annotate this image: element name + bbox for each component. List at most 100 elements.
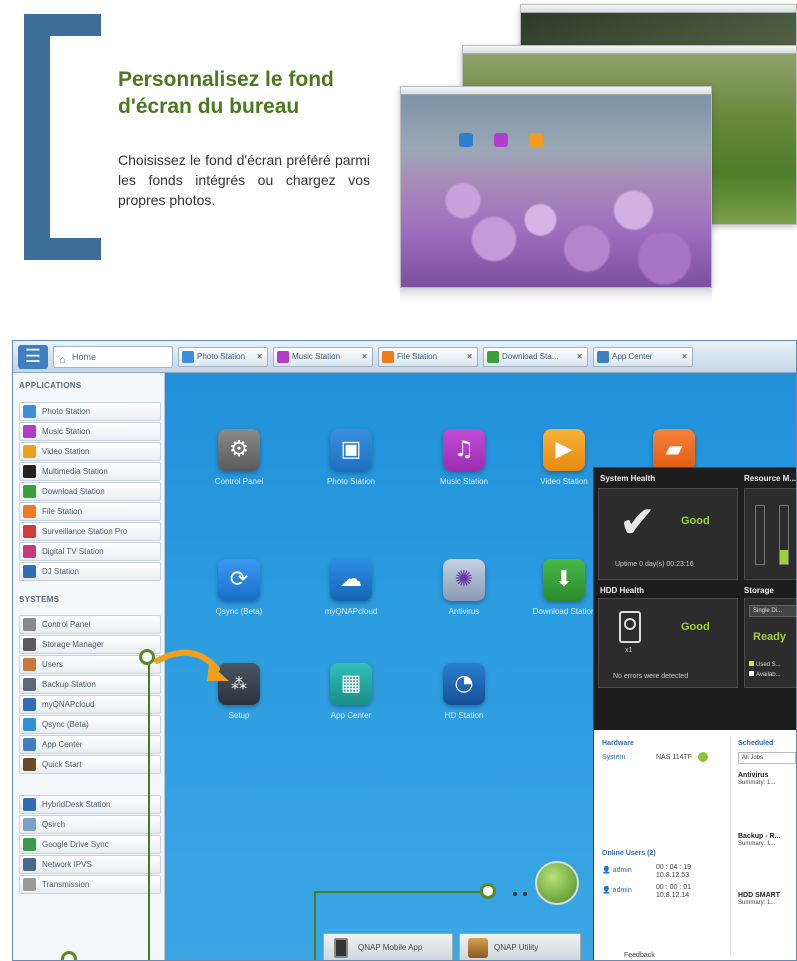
sidebar-item-label: Photo Station — [42, 407, 91, 416]
dashboard-gauge-icon[interactable] — [535, 861, 579, 905]
network-icon — [23, 858, 36, 871]
close-icon[interactable]: ✕ — [466, 348, 473, 366]
sidebar-item-digital-tv-station[interactable]: Digital TV Station — [19, 542, 161, 561]
download-station-icon[interactable]: ⬇ — [543, 559, 585, 601]
sidebar-item-control-panel[interactable]: Control Panel — [19, 615, 161, 634]
sidebar-item-app-center[interactable]: App Center — [19, 735, 161, 754]
sidebar-item-photo-station[interactable]: Photo Station — [19, 402, 161, 421]
video-station-icon[interactable]: ▶ — [543, 429, 585, 471]
sidebar-item-file-station[interactable]: File Station — [19, 502, 161, 521]
quick-start-icon — [23, 758, 36, 771]
desktop-label-setup: Setup — [228, 711, 250, 720]
close-icon[interactable]: ✕ — [361, 348, 368, 366]
feedback-link[interactable]: Feedback — [624, 952, 655, 959]
qnap-mobile-app-tab[interactable]: QNAP Mobile App — [323, 933, 453, 960]
download-station-icon — [23, 485, 36, 498]
storage-available: Availab... — [749, 671, 781, 678]
taskbar-tab-photo-station[interactable]: Photo Station ✕ — [178, 347, 268, 367]
photo-station-icon[interactable]: ▣ — [330, 429, 372, 471]
sidebar-item-transmission[interactable]: Transmission — [19, 875, 161, 894]
page-dot[interactable] — [523, 892, 527, 896]
sidebar-item-label: Backup Station — [42, 680, 96, 689]
hd-station-icon[interactable]: ◔ — [443, 663, 485, 705]
taskbar-tab-music-station[interactable]: Music Station ✕ — [273, 347, 373, 367]
sidebar-item-backup-station[interactable]: Backup Station — [19, 675, 161, 694]
job-summary: Summary: 1... — [738, 900, 776, 906]
antivirus-icon[interactable]: ✺ — [443, 559, 485, 601]
music-station-icon[interactable]: ♫ — [443, 429, 485, 471]
hybriddesk-icon — [23, 798, 36, 811]
desktop-label-music-station: Music Station — [439, 477, 489, 486]
hdd-note: No errors were detected — [613, 673, 689, 680]
callout-dot — [61, 951, 77, 960]
user-time: 00 : 04 : 19 — [656, 864, 692, 871]
sidebar-item-music-station[interactable]: Music Station — [19, 422, 161, 441]
file-station-icon[interactable]: ▰ — [653, 429, 695, 471]
home-button[interactable]: ⌂ Home — [53, 346, 173, 368]
photo-mini-icon — [459, 133, 473, 147]
sidebar-item-google-drive-sync[interactable]: Google Drive Sync — [19, 835, 161, 854]
taskbar-tab-file-station[interactable]: File Station ✕ — [378, 347, 478, 367]
page-dot[interactable] — [513, 892, 517, 896]
taskbar-tab-label: Music Station — [292, 352, 341, 361]
users-icon — [23, 658, 36, 671]
hdd-health-panel: x1 Good No errors were detected — [598, 598, 738, 688]
user-ip: 10.8.12.14 — [656, 892, 690, 899]
close-icon[interactable]: ✕ — [256, 348, 263, 366]
promo-body: Choisissez le fond d'écran préféré parmi… — [118, 152, 370, 208]
desktop-label-antivirus: Antivirus — [448, 607, 480, 616]
sidebar-item-dj-station[interactable]: DJ Station — [19, 562, 161, 581]
sidebar-item-video-station[interactable]: Video Station — [19, 442, 161, 461]
cpu-gauge — [755, 505, 765, 565]
sidebar-item-myqnapcloud[interactable]: myQNAPcloud — [19, 695, 161, 714]
sidebar-item-label: Qsync (Beta) — [42, 720, 89, 729]
sidebar-item-label: Surveillance Station Pro — [42, 527, 128, 536]
sidebar-item-label: App Center — [42, 740, 83, 749]
hardware-title: Hardware — [602, 740, 634, 747]
qsync-icon[interactable]: ⟳ — [218, 559, 260, 601]
myqnapcloud-icon[interactable]: ☁ — [330, 559, 372, 601]
sidebar-item-label: Network IPVS — [42, 860, 92, 869]
qnap-utility-tab[interactable]: QNAP Utility — [459, 933, 581, 960]
bracket-bottom-decoration — [24, 238, 101, 260]
photo-station-icon — [23, 405, 36, 418]
user-row: 👤 admin — [602, 867, 632, 874]
sidebar-item-surveillance-station[interactable]: Surveillance Station Pro — [19, 522, 161, 541]
close-icon[interactable]: ✕ — [681, 348, 688, 366]
storage-used: Used S... — [749, 661, 781, 668]
home-icon: ⌂ — [59, 354, 66, 366]
control-panel-icon[interactable]: ⚙ — [218, 429, 260, 471]
wallpaper-preview-1 — [400, 86, 712, 288]
storage-volume-select[interactable]: Single Di... — [749, 605, 796, 617]
phone-icon — [334, 938, 348, 958]
sidebar-item-qsync[interactable]: Qsync (Beta) — [19, 715, 161, 734]
scheduled-filter-select[interactable]: All Jobs — [738, 752, 796, 764]
sidebar-item-label: Qsirch — [42, 820, 66, 829]
nas-desktop: ☰ ⌂ Home Photo Station ✕ Music Station ✕… — [12, 340, 797, 961]
sidebar-item-multimedia-station[interactable]: Multimedia Station — [19, 462, 161, 481]
sidebar-item-label: Multimedia Station — [42, 467, 108, 476]
job-title: HDD SMART — [738, 892, 780, 899]
sidebar-item-quick-start[interactable]: Quick Start — [19, 755, 161, 774]
sidebar-item-label: Music Station — [42, 427, 91, 436]
menu-icon[interactable]: ☰ — [18, 345, 48, 369]
job-title: Backup - R... — [738, 833, 781, 840]
myqnapcloud-icon — [23, 698, 36, 711]
hdd-status: Good — [681, 621, 710, 633]
taskbar-tab-label: Photo Station — [197, 352, 246, 361]
app-center-icon[interactable]: ▦ — [330, 663, 372, 705]
resource-monitor-title: Resource M... — [744, 474, 797, 483]
taskbar-tab-download-station[interactable]: Download Sta... ✕ — [483, 347, 588, 367]
sidebar-item-hybriddesk[interactable]: HybridDesk Station — [19, 795, 161, 814]
close-icon[interactable]: ✕ — [576, 348, 583, 366]
scheduled-title: Scheduled — [738, 740, 774, 747]
sidebar-item-qsirch[interactable]: Qsirch — [19, 815, 161, 834]
sidebar-item-label: HybridDesk Station — [42, 800, 111, 809]
control-panel-icon — [23, 618, 36, 631]
sidebar-item-download-station[interactable]: Download Station — [19, 482, 161, 501]
hdd-icon — [619, 611, 641, 643]
sidebar-item-label: Users — [42, 660, 63, 669]
sidebar-item-label: Download Station — [42, 487, 105, 496]
taskbar-tab-app-center[interactable]: App Center ✕ — [593, 347, 693, 367]
sidebar-item-network[interactable]: Network IPVS — [19, 855, 161, 874]
